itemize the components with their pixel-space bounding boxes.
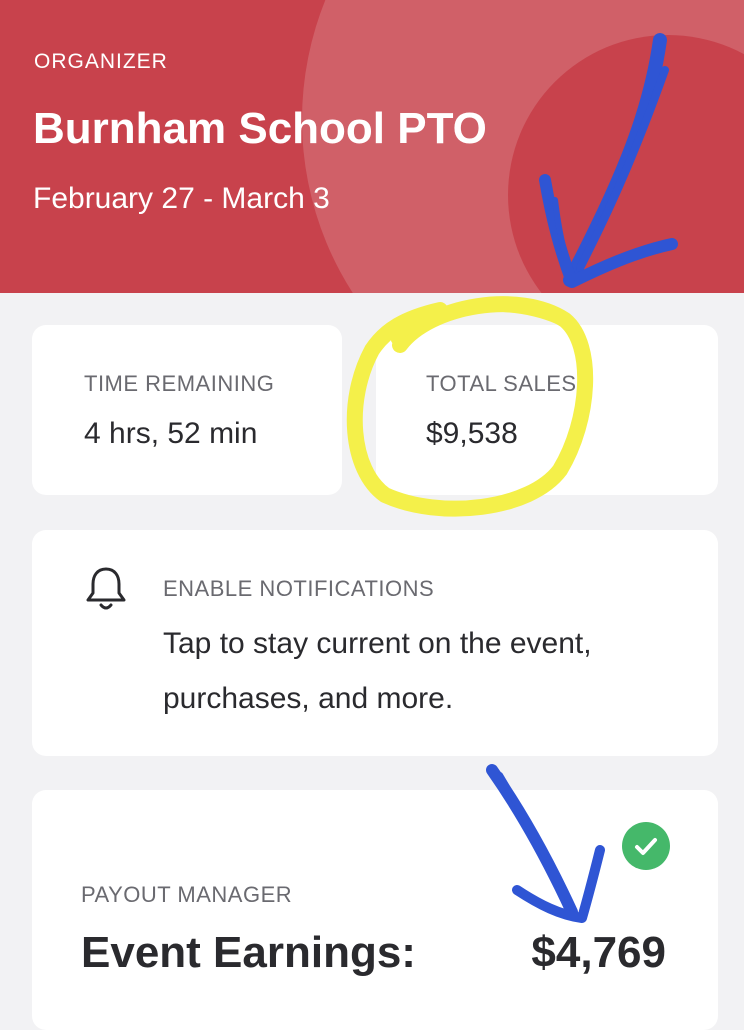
time-remaining-label: TIME REMAINING <box>84 371 275 396</box>
bell-icon <box>86 567 126 610</box>
notifications-label: ENABLE NOTIFICATIONS <box>163 576 435 601</box>
event-earnings-value: $4,769 <box>531 928 666 977</box>
time-remaining-card: TIME REMAINING 4 hrs, 52 min <box>32 325 342 495</box>
event-dates: February 27 - March 3 <box>33 182 330 215</box>
payout-manager-label: PAYOUT MANAGER <box>81 882 293 907</box>
notifications-description: Tap to stay current on the event, purcha… <box>163 627 592 715</box>
payout-manager-card[interactable]: PAYOUT MANAGER Event Earnings: $4,769 <box>32 790 718 1030</box>
total-sales-label: TOTAL SALES <box>426 371 577 396</box>
total-sales-card: TOTAL SALES $9,538 <box>376 325 718 495</box>
total-sales-value: $9,538 <box>426 417 518 450</box>
organizer-eyebrow: ORGANIZER <box>34 50 168 73</box>
event-title: Burnham School PTO <box>33 104 487 153</box>
check-circle-icon <box>622 822 670 870</box>
event-header: ORGANIZER Burnham School PTO February 27… <box>0 0 744 293</box>
time-remaining-value: 4 hrs, 52 min <box>84 417 258 450</box>
event-earnings-label: Event Earnings: <box>81 928 416 977</box>
enable-notifications-card[interactable]: ENABLE NOTIFICATIONS Tap to stay current… <box>32 530 718 756</box>
